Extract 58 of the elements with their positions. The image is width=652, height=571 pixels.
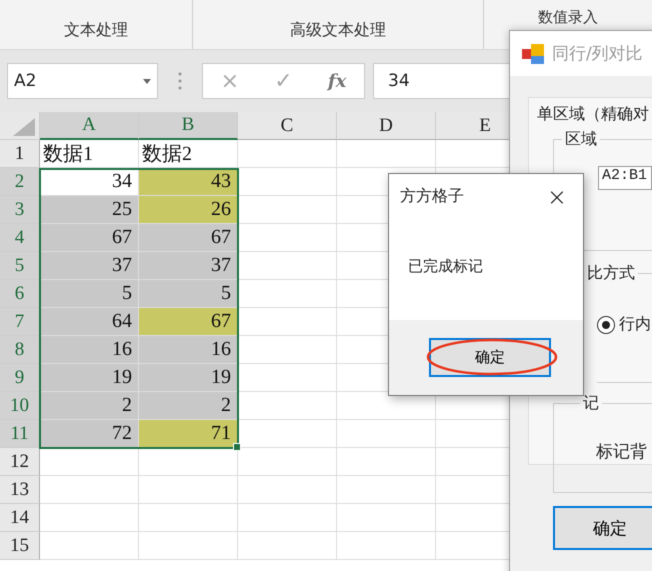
caret-icon <box>143 78 151 84</box>
row-header[interactable]: 4 <box>0 224 40 252</box>
column-header[interactable]: A <box>40 112 139 140</box>
table-cell: 43 <box>139 168 238 196</box>
range-field[interactable]: A2:B1 <box>598 166 652 190</box>
row-header[interactable]: 1 <box>0 140 40 168</box>
table-cell: 71 <box>139 420 238 448</box>
message-text: 已完成标记 <box>408 257 483 275</box>
app-icon <box>522 44 544 64</box>
table-cell: 2 <box>139 392 238 420</box>
row-header[interactable]: 7 <box>0 308 40 336</box>
ribbon-group-label: 数值录入 <box>538 8 598 27</box>
row-header[interactable]: 5 <box>0 252 40 280</box>
column-header[interactable]: D <box>337 112 436 140</box>
table-cell: 19 <box>40 364 139 392</box>
field-label: 标记背 <box>596 442 647 461</box>
radio-button[interactable] <box>597 316 615 334</box>
row-header[interactable]: 8 <box>0 336 40 364</box>
table-cell: 26 <box>139 196 238 224</box>
row-header[interactable]: 10 <box>0 392 40 420</box>
table-cell: 25 <box>40 196 139 224</box>
table-cell: 2 <box>40 392 139 420</box>
close-button[interactable]: × <box>546 182 567 210</box>
dialog-title: 同行/列对比 <box>552 43 643 65</box>
table-cell: 67 <box>40 224 139 252</box>
table-cell: 37 <box>139 252 238 280</box>
row-header[interactable]: 11 <box>0 420 40 448</box>
select-all-corner[interactable] <box>0 112 40 140</box>
row-header[interactable]: 14 <box>0 504 40 532</box>
ribbon-group-label: 高级文本处理 <box>290 20 386 41</box>
row-header[interactable]: 2 <box>0 168 40 196</box>
table-cell: 72 <box>40 420 139 448</box>
panel-title[interactable]: 单区域（精确对 <box>537 104 652 125</box>
table-cell: 67 <box>139 224 238 252</box>
corner-triangle-icon[interactable] <box>13 118 35 136</box>
ribbon-group-label: 文本处理 <box>64 20 128 41</box>
row-header[interactable]: 3 <box>0 196 40 224</box>
table-cell: 64 <box>40 308 139 336</box>
table-cell: 37 <box>40 252 139 280</box>
table-cell: 5 <box>139 280 238 308</box>
radio-option[interactable]: 行内 <box>597 314 652 335</box>
table-cell: 16 <box>139 336 238 364</box>
column-header[interactable]: B <box>139 112 238 140</box>
row-header[interactable]: 9 <box>0 364 40 392</box>
name-box[interactable]: A2 <box>7 63 158 99</box>
table-cell: 67 <box>139 308 238 336</box>
row-header[interactable]: 6 <box>0 280 40 308</box>
table-cell: 16 <box>40 336 139 364</box>
column-header[interactable]: C <box>238 112 337 140</box>
insert-function-button[interactable]: fx <box>328 70 346 92</box>
drag-handle-icon[interactable] <box>178 71 182 91</box>
table-cell: 5 <box>40 280 139 308</box>
table-cell: 19 <box>139 364 238 392</box>
ok-button[interactable]: 确定 <box>553 506 652 550</box>
message-box-title: 方方格子 <box>400 186 464 207</box>
row-header[interactable]: 12 <box>0 448 40 476</box>
row-header[interactable]: 15 <box>0 532 40 560</box>
row-header[interactable]: 13 <box>0 476 40 504</box>
